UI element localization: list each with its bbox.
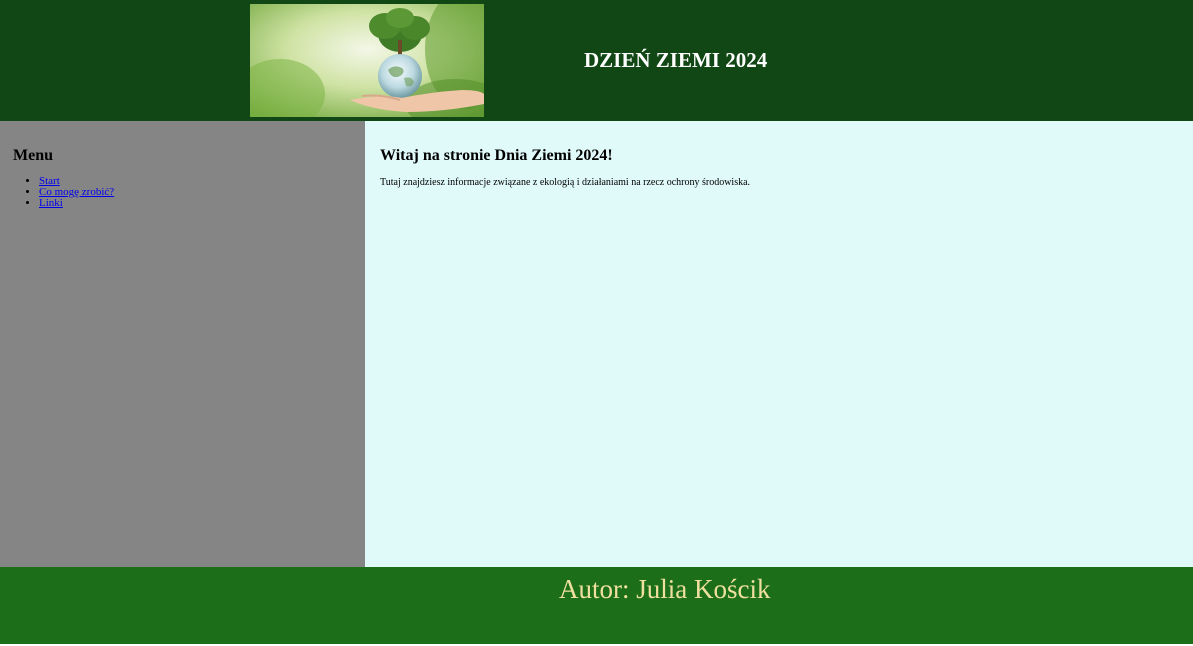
hand-holding-globe-with-tree-image: [250, 4, 484, 117]
main-content: Witaj na stronie Dnia Ziemi 2024! Tutaj …: [365, 121, 1193, 567]
sidebar: Menu Start Co mogę zrobić? Linki: [0, 121, 365, 567]
welcome-text: Tutaj znajdziesz informacje związane z e…: [380, 177, 751, 188]
nav-link-linki[interactable]: Linki: [39, 197, 63, 209]
page-title: DZIEŃ ZIEMI 2024: [584, 48, 768, 72]
nav-item-linki: Linki: [39, 198, 114, 209]
site-header: DZIEŃ ZIEMI 2024: [0, 0, 1193, 121]
author-credit: Autor: Julia Kościk: [559, 574, 771, 604]
sidebar-heading: Menu: [13, 147, 53, 164]
hero-image: [250, 4, 484, 117]
welcome-heading: Witaj na stronie Dnia Ziemi 2024!: [380, 147, 613, 164]
sidebar-nav: Start Co mogę zrobić? Linki: [0, 176, 114, 209]
site-footer: Autor: Julia Kościk: [0, 567, 1193, 644]
